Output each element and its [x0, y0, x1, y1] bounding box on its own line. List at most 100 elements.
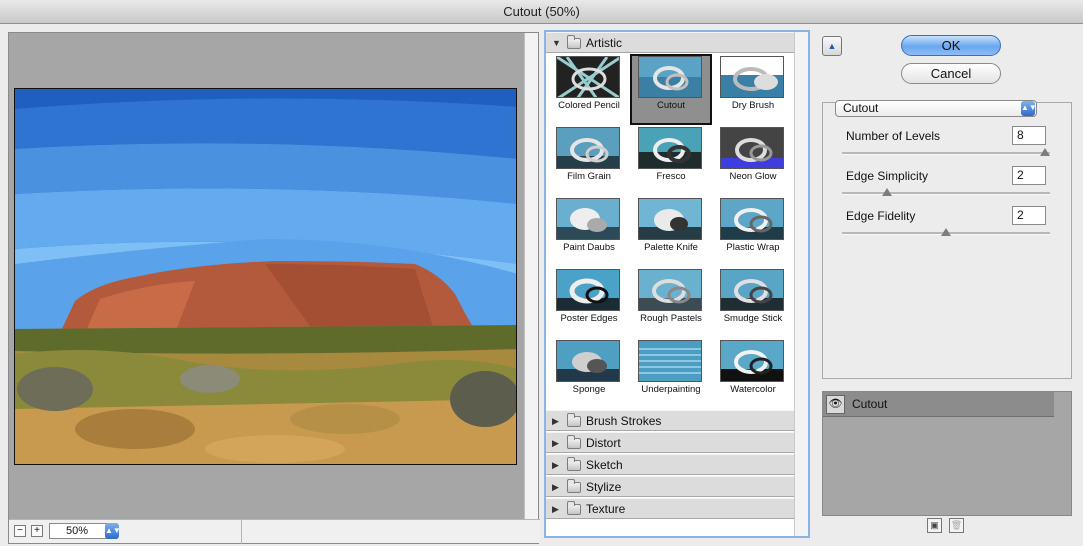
thumb-image [556, 340, 620, 382]
gallery-scrollbar[interactable] [794, 32, 808, 536]
thumb-label: Cutout [657, 100, 685, 111]
filter-thumb-neon-glow[interactable]: Neon Glow [712, 125, 794, 196]
preview-scrollbar[interactable] [524, 33, 538, 521]
filter-settings-panel: Cutout ▲▼ Number of Levels 8 Edge Simpli… [822, 100, 1072, 379]
category-sketch[interactable]: ▶ Sketch [546, 454, 794, 475]
thumb-image [638, 269, 702, 311]
thumb-image [556, 56, 620, 98]
slider-thumb[interactable] [1040, 148, 1050, 156]
zoom-out-button[interactable]: − [14, 525, 26, 537]
filter-gallery-dialog: − + 50% ▲▼ ▼ Artistic Colored Pencil Cut… [0, 24, 1083, 546]
filter-thumb-cutout[interactable]: Cutout [630, 54, 712, 125]
thumb-image [638, 198, 702, 240]
filter-thumb-film-grain[interactable]: Film Grain [548, 125, 630, 196]
filter-thumb-paint-daubs[interactable]: Paint Daubs [548, 196, 630, 267]
thumb-label: Underpainting [641, 384, 701, 395]
preview-image[interactable] [14, 88, 517, 465]
number-of-levels-slider[interactable] [842, 148, 1050, 156]
disclosure-right-icon[interactable]: ▶ [552, 433, 559, 453]
edge-fidelity-label: Edge Fidelity [846, 209, 916, 223]
disclosure-down-icon[interactable]: ▼ [552, 33, 561, 53]
thumb-label: Smudge Stick [723, 313, 783, 324]
effect-layer-name: Cutout [852, 397, 888, 411]
category-brush-strokes[interactable]: ▶ Brush Strokes [546, 410, 794, 431]
category-label: Artistic [586, 36, 622, 50]
category-label: Stylize [586, 480, 622, 494]
filter-thumb-watercolor[interactable]: Watercolor [712, 338, 794, 409]
filter-thumb-poster-edges[interactable]: Poster Edges [548, 267, 630, 338]
slider-thumb[interactable] [941, 228, 951, 236]
zoombar-divider [241, 520, 242, 544]
filter-select-value: Cutout [843, 101, 879, 115]
thumb-label: Dry Brush [731, 100, 775, 111]
edge-simplicity-input[interactable]: 2 [1012, 166, 1046, 185]
thumb-image [720, 269, 784, 311]
window-title: Cutout (50%) [0, 0, 1083, 24]
filter-thumb-dry-brush[interactable]: Dry Brush [712, 54, 794, 125]
category-label: Sketch [586, 458, 623, 472]
collapse-gallery-button[interactable]: ▲ [822, 36, 842, 56]
thumb-label: Plastic Wrap [726, 242, 780, 253]
delete-effect-layer-icon[interactable]: 🗑 [949, 518, 964, 533]
filter-thumb-fresco[interactable]: Fresco [630, 125, 712, 196]
filter-thumb-rough-pastels[interactable]: Rough Pastels [630, 267, 712, 338]
category-distort[interactable]: ▶ Distort [546, 432, 794, 453]
number-of-levels-label: Number of Levels [846, 129, 941, 143]
filter-thumb-underpainting[interactable]: Underpainting [630, 338, 712, 409]
thumb-label: Poster Edges [560, 313, 618, 324]
filter-gallery: ▼ Artistic Colored Pencil Cutout Dry Bru… [544, 30, 810, 538]
filter-thumb-colored-pencil[interactable]: Colored Pencil [548, 54, 630, 125]
filter-thumb-palette-knife[interactable]: Palette Knife [630, 196, 712, 267]
new-effect-layer-icon[interactable]: ▣ [927, 518, 942, 533]
eye-icon[interactable]: 👁 [826, 395, 845, 414]
folder-icon [567, 35, 581, 49]
number-of-levels-input[interactable]: 8 [1012, 126, 1046, 145]
thumb-image [720, 198, 784, 240]
folder-icon [567, 457, 581, 471]
folder-icon [567, 479, 581, 493]
category-texture[interactable]: ▶ Texture [546, 498, 794, 519]
disclosure-right-icon[interactable]: ▶ [552, 455, 559, 475]
category-stylize[interactable]: ▶ Stylize [546, 476, 794, 497]
disclosure-right-icon[interactable]: ▶ [552, 411, 559, 431]
filter-thumb-smudge-stick[interactable]: Smudge Stick [712, 267, 794, 338]
thumb-image [638, 127, 702, 169]
edge-fidelity-input[interactable]: 2 [1012, 206, 1046, 225]
edge-fidelity-slider[interactable] [842, 228, 1050, 236]
thumb-label: Paint Daubs [563, 242, 615, 253]
category-label: Distort [586, 436, 621, 450]
slider-thumb[interactable] [881, 188, 892, 196]
zoom-in-button[interactable]: + [31, 525, 43, 537]
cancel-button[interactable]: Cancel [901, 63, 1001, 84]
chevron-updown-icon[interactable]: ▲▼ [1021, 101, 1037, 116]
filter-thumb-sponge[interactable]: Sponge [548, 338, 630, 409]
edge-simplicity-slider[interactable] [842, 188, 1050, 196]
thumb-label: Sponge [572, 384, 606, 395]
thumb-image [556, 198, 620, 240]
disclosure-right-icon[interactable]: ▶ [552, 499, 559, 519]
uluru-cutout-image [15, 89, 516, 464]
thumb-image [638, 340, 702, 382]
edge-simplicity-label: Edge Simplicity [846, 169, 929, 183]
thumb-label: Rough Pastels [640, 313, 702, 324]
thumb-label: Fresco [656, 171, 686, 182]
thumb-image [556, 127, 620, 169]
ok-button[interactable]: OK [901, 35, 1001, 56]
thumb-image [638, 56, 702, 98]
filter-thumb-plastic-wrap[interactable]: Plastic Wrap [712, 196, 794, 267]
preview-pane: − + 50% ▲▼ [8, 32, 540, 544]
thumb-image [720, 127, 784, 169]
folder-icon [567, 435, 581, 449]
folder-icon [567, 413, 581, 427]
filter-select[interactable]: Cutout ▲▼ [835, 100, 1037, 117]
category-artistic[interactable]: ▼ Artistic [546, 32, 794, 53]
effect-layers-panel: 👁 Cutout [822, 391, 1072, 516]
thumb-label: Neon Glow [729, 171, 777, 182]
effect-layer-row[interactable]: 👁 Cutout [823, 392, 1054, 417]
thumb-image [720, 56, 784, 98]
zoom-bar: − + 50% ▲▼ [9, 519, 540, 544]
disclosure-right-icon[interactable]: ▶ [552, 477, 559, 497]
thumb-image [720, 340, 784, 382]
zoom-stepper-icon[interactable]: ▲▼ [105, 523, 121, 539]
thumb-label: Watercolor [730, 384, 776, 395]
